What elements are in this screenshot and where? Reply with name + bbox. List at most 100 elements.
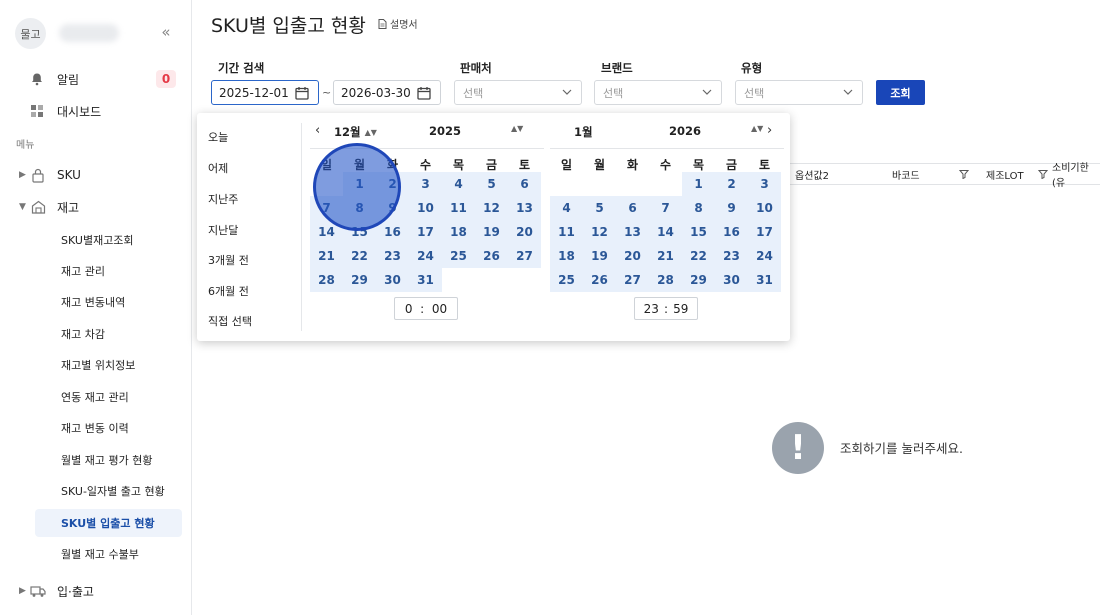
calendar-day[interactable]: 28 xyxy=(310,268,343,292)
calendar-day[interactable]: 27 xyxy=(616,268,649,292)
sidebar-subitem[interactable]: 재고별 위치정보 xyxy=(35,351,182,379)
calendar-day[interactable]: 5 xyxy=(475,172,508,196)
sidebar-subitem-active[interactable]: SKU별 입출고 현황 xyxy=(35,509,182,537)
calendar-day[interactable]: 28 xyxy=(649,268,682,292)
sidebar-item-sku[interactable]: ▶ SKU xyxy=(0,162,192,188)
calendar-day[interactable]: 30 xyxy=(715,268,748,292)
calendar-icon[interactable] xyxy=(295,86,309,100)
filter-icon[interactable] xyxy=(959,164,969,184)
preset-last-month[interactable]: 지난달 xyxy=(208,222,238,238)
sidebar-subitem[interactable]: SKU-일자별 출고 현황 xyxy=(35,477,182,505)
end-minute[interactable]: 59 xyxy=(673,302,688,316)
start-hour[interactable]: 0 xyxy=(405,302,413,316)
preset-6-months[interactable]: 6개월 전 xyxy=(208,283,249,299)
calendar-day[interactable]: 30 xyxy=(376,268,409,292)
sidebar-item-inventory[interactable]: ▼ 재고 xyxy=(0,194,192,220)
calendar-day[interactable]: 24 xyxy=(409,244,442,268)
calendar-icon[interactable] xyxy=(417,86,431,100)
calendar-day[interactable]: 22 xyxy=(682,244,715,268)
collapse-sidebar-button[interactable]: « xyxy=(156,21,176,43)
start-minute[interactable]: 00 xyxy=(432,302,447,316)
type-select[interactable]: 선택 xyxy=(735,80,863,105)
calendar-day[interactable]: 18 xyxy=(442,220,475,244)
column-header-expiry[interactable]: 소비기한(유 xyxy=(1052,163,1100,189)
calendar-day[interactable]: 23 xyxy=(715,244,748,268)
calendar-day[interactable]: 15 xyxy=(682,220,715,244)
calendar-day[interactable]: 11 xyxy=(550,220,583,244)
calendar-day[interactable]: 17 xyxy=(409,220,442,244)
calendar-day[interactable]: 26 xyxy=(583,268,616,292)
calendar-day[interactable]: 14 xyxy=(310,220,343,244)
calendar-day[interactable]: 4 xyxy=(442,172,475,196)
calendar-day[interactable]: 29 xyxy=(682,268,715,292)
calendar-day[interactable]: 2 xyxy=(376,172,409,196)
calendar-day[interactable]: 13 xyxy=(508,196,541,220)
calendar-day[interactable]: 20 xyxy=(508,220,541,244)
sidebar-subitem[interactable]: 재고 관리 xyxy=(35,257,182,285)
calendar-day[interactable]: 27 xyxy=(508,244,541,268)
spinner-icon[interactable]: ▲▼ xyxy=(511,124,523,133)
left-year-spinner[interactable]: ▲▼ xyxy=(507,124,523,133)
calendar-day[interactable]: 14 xyxy=(649,220,682,244)
calendar-day[interactable]: 10 xyxy=(409,196,442,220)
calendar-day[interactable]: 18 xyxy=(550,244,583,268)
calendar-day[interactable]: 10 xyxy=(748,196,781,220)
sidebar-item-inout[interactable]: ▶ 입·출고 xyxy=(0,578,192,604)
filter-icon[interactable] xyxy=(1038,164,1048,184)
calendar-day[interactable]: 29 xyxy=(343,268,376,292)
calendar-day[interactable]: 13 xyxy=(616,220,649,244)
calendar-day[interactable]: 22 xyxy=(343,244,376,268)
sidebar-item-dashboard[interactable]: 대시보드 xyxy=(0,98,192,124)
calendar-day[interactable]: 31 xyxy=(409,268,442,292)
calendar-day[interactable]: 9 xyxy=(715,196,748,220)
calendar-day[interactable]: 25 xyxy=(442,244,475,268)
calendar-day[interactable]: 5 xyxy=(583,196,616,220)
calendar-day[interactable]: 1 xyxy=(343,172,376,196)
calendar-day[interactable]: 6 xyxy=(508,172,541,196)
preset-last-week[interactable]: 지난주 xyxy=(208,191,238,207)
calendar-day[interactable]: 8 xyxy=(682,196,715,220)
calendar-day[interactable]: 11 xyxy=(442,196,475,220)
calendar-day[interactable]: 24 xyxy=(748,244,781,268)
sidebar-subitem[interactable]: 연동 재고 관리 xyxy=(35,383,182,411)
preset-custom[interactable]: 직접 선택 xyxy=(208,313,252,329)
preset-today[interactable]: 오늘 xyxy=(208,129,228,145)
calendar-day[interactable]: 7 xyxy=(649,196,682,220)
seller-select[interactable]: 선택 xyxy=(454,80,582,105)
calendar-day[interactable]: 19 xyxy=(583,244,616,268)
calendar-day[interactable]: 21 xyxy=(310,244,343,268)
calendar-day[interactable]: 12 xyxy=(583,220,616,244)
calendar-day[interactable]: 16 xyxy=(376,220,409,244)
sidebar-subitem[interactable]: 월별 재고 평가 현황 xyxy=(35,446,182,474)
preset-yesterday[interactable]: 어제 xyxy=(208,160,228,176)
calendar-day[interactable]: 1 xyxy=(682,172,715,196)
calendar-day[interactable]: 4 xyxy=(550,196,583,220)
spinner-icon[interactable]: ▲▼ xyxy=(365,128,377,137)
calendar-day[interactable]: 9 xyxy=(376,196,409,220)
calendar-day[interactable]: 17 xyxy=(748,220,781,244)
calendar-day[interactable]: 16 xyxy=(715,220,748,244)
start-date-input[interactable]: 2025-12-01 xyxy=(211,80,319,105)
calendar-day[interactable]: 26 xyxy=(475,244,508,268)
calendar-day[interactable]: 31 xyxy=(748,268,781,292)
brand-select[interactable]: 선택 xyxy=(594,80,722,105)
column-header-lot[interactable]: 제조LOT xyxy=(986,164,1024,184)
column-header-option2[interactable]: 옵션값2 xyxy=(795,164,829,184)
calendar-day[interactable]: 21 xyxy=(649,244,682,268)
calendar-day[interactable]: 23 xyxy=(376,244,409,268)
sidebar-subitem[interactable]: SKU별재고조회 xyxy=(35,226,182,254)
calendar-day[interactable]: 2 xyxy=(715,172,748,196)
end-hour[interactable]: 23 xyxy=(644,302,659,316)
calendar-day[interactable]: 25 xyxy=(550,268,583,292)
avatar[interactable]: 물고 xyxy=(15,18,46,49)
left-month-select[interactable]: 12월 ▲▼ xyxy=(334,124,377,140)
calendar-day[interactable]: 8 xyxy=(343,196,376,220)
calendar-day[interactable]: 20 xyxy=(616,244,649,268)
next-month-button[interactable]: › xyxy=(767,123,772,138)
calendar-day[interactable]: 7 xyxy=(310,196,343,220)
right-month-label[interactable]: 1월 xyxy=(574,124,593,140)
sidebar-subitem[interactable]: 재고 변동내역 xyxy=(35,288,182,316)
sidebar-subitem[interactable]: 월별 재고 수불부 xyxy=(35,540,182,568)
prev-month-button[interactable]: ‹ xyxy=(315,123,320,138)
calendar-day[interactable]: 6 xyxy=(616,196,649,220)
